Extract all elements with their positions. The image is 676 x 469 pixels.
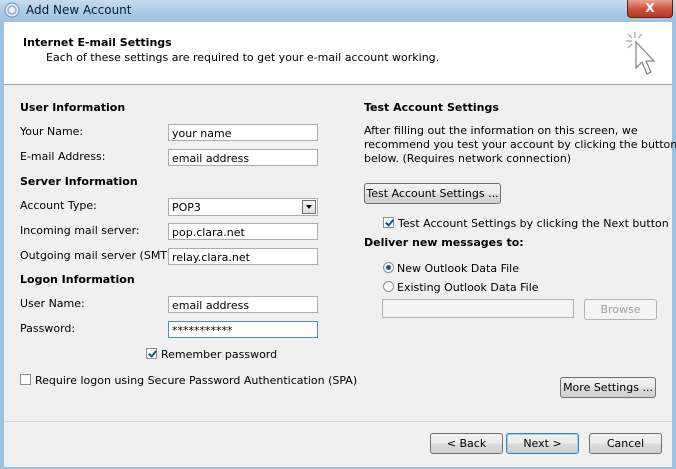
test-description-line-3: below. (Requires network connection) — [364, 152, 572, 165]
auto-test-label[interactable]: Test Account Settings by clicking the Ne… — [398, 217, 669, 230]
test-account-settings-button[interactable]: Test Account Settings ... — [364, 183, 501, 204]
window-title: Add New Account — [26, 3, 132, 17]
email-address-input[interactable]: email address — [168, 149, 318, 166]
user-information-heading: User Information — [20, 101, 126, 114]
new-data-file-label[interactable]: New Outlook Data File — [397, 262, 519, 275]
test-description-line-2: recommend you test your account by click… — [364, 138, 676, 151]
existing-data-file-label[interactable]: Existing Outlook Data File — [397, 281, 539, 294]
password-input[interactable]: *********** — [168, 321, 318, 338]
outgoing-server-label: Outgoing mail server (SMTP): — [20, 249, 182, 262]
email-address-label: E-mail Address: — [20, 150, 106, 163]
account-type-value: POP3 — [172, 201, 201, 214]
password-label: Password: — [20, 322, 76, 335]
chevron-down-icon[interactable] — [302, 200, 316, 214]
spa-label[interactable]: Require logon using Secure Password Auth… — [35, 374, 357, 387]
outgoing-server-input[interactable]: relay.clara.net — [168, 248, 318, 265]
cursor-click-icon — [626, 32, 656, 75]
logon-information-heading: Logon Information — [20, 273, 135, 286]
auto-test-checkbox[interactable] — [383, 217, 394, 228]
incoming-server-label: Incoming mail server: — [20, 224, 140, 237]
deliver-heading: Deliver new messages to: — [364, 236, 524, 249]
close-icon: X — [645, 1, 655, 15]
user-name-label: User Name: — [20, 297, 85, 310]
your-name-label: Your Name: — [20, 125, 84, 138]
outlook-app-icon — [4, 2, 20, 18]
existing-data-file-radio[interactable] — [383, 281, 394, 292]
your-name-input[interactable]: your name — [168, 124, 318, 141]
existing-data-file-path — [382, 299, 574, 318]
back-button[interactable]: < Back — [430, 433, 503, 454]
remember-password-label[interactable]: Remember password — [161, 348, 277, 361]
account-type-label: Account Type: — [20, 199, 97, 212]
cancel-button[interactable]: Cancel — [589, 433, 662, 454]
spa-checkbox[interactable] — [20, 374, 31, 385]
more-settings-button[interactable]: More Settings ... — [560, 377, 656, 398]
test-description-line-1: After filling out the information on thi… — [364, 124, 638, 137]
remember-password-checkbox[interactable] — [146, 348, 157, 359]
footer-divider — [4, 421, 672, 422]
user-name-input[interactable]: email address — [168, 296, 318, 313]
page-title: Internet E-mail Settings — [23, 36, 172, 49]
test-settings-heading: Test Account Settings — [364, 101, 499, 114]
browse-button: Browse — [584, 299, 657, 320]
next-button[interactable]: Next > — [506, 433, 579, 454]
dialog-body — [4, 22, 672, 467]
close-window-button[interactable]: X — [627, 0, 673, 18]
incoming-server-input[interactable]: pop.clara.net — [168, 223, 318, 240]
page-subtitle: Each of these settings are required to g… — [46, 51, 440, 64]
account-type-select[interactable]: POP3 — [168, 198, 318, 216]
new-data-file-radio[interactable] — [383, 262, 394, 273]
server-information-heading: Server Information — [20, 175, 138, 188]
